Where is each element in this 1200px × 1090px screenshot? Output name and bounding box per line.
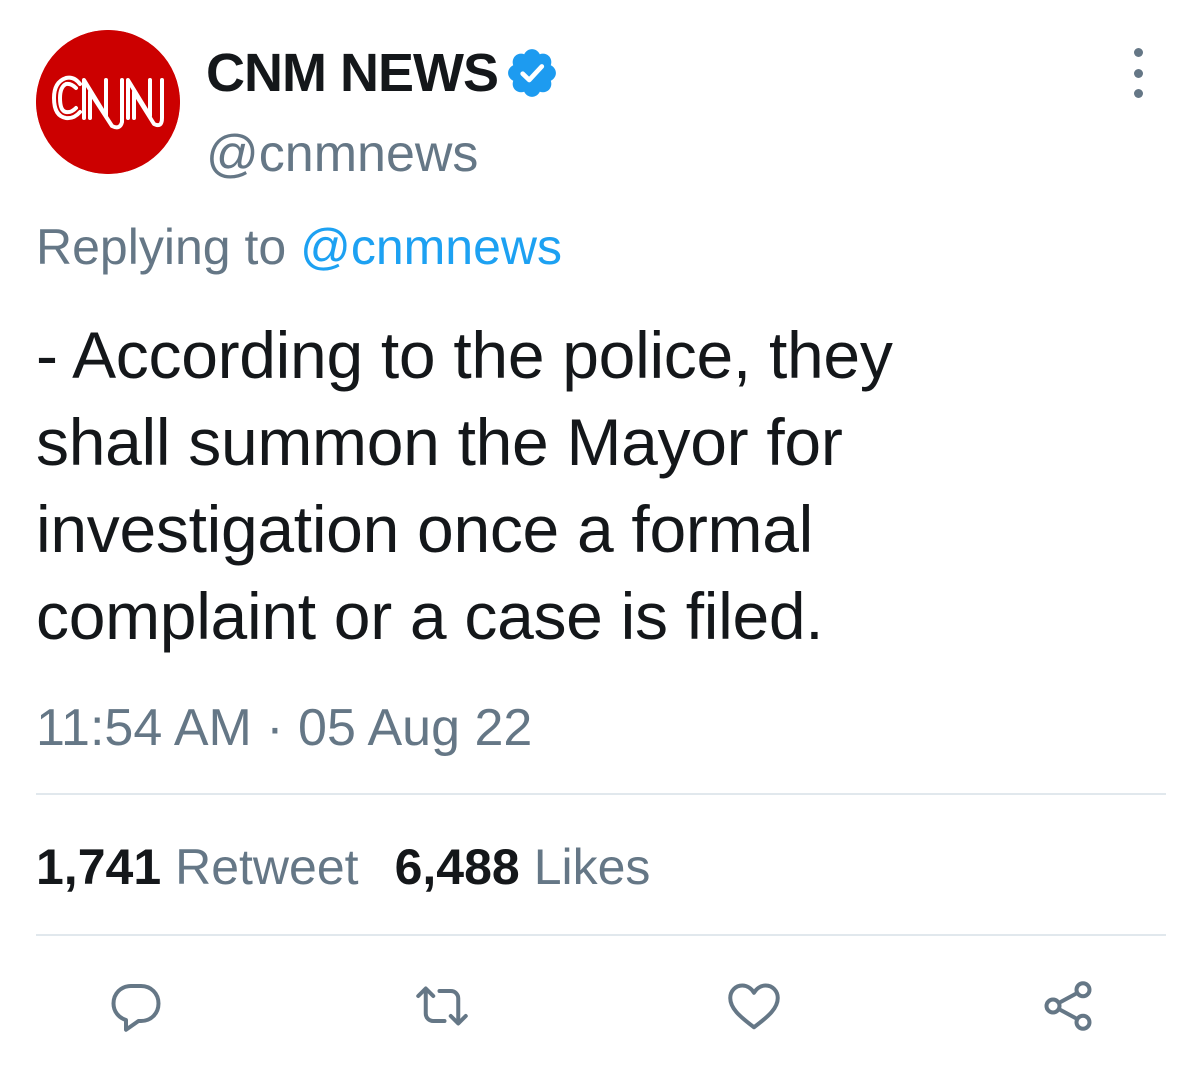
- likes-stat[interactable]: 6,488 Likes: [395, 842, 651, 892]
- reply-icon: [111, 984, 161, 1032]
- tweet-text-line: shall summon the Mayor for: [36, 405, 843, 479]
- tweet-text-line: - According to the police, they: [36, 318, 893, 392]
- avatar[interactable]: [36, 30, 180, 174]
- like-button[interactable]: [724, 976, 784, 1036]
- tweet-text-line: complaint or a case is filed.: [36, 579, 824, 653]
- like-icon: [728, 983, 780, 1030]
- more-dot: [1133, 89, 1143, 98]
- reply-button[interactable]: [106, 976, 166, 1036]
- retweet-count: 1,741: [36, 839, 162, 895]
- display-name[interactable]: CNM NEWS: [206, 46, 499, 100]
- share-button[interactable]: [1038, 976, 1098, 1036]
- retweet-stat[interactable]: 1,741 Retweet: [36, 842, 359, 892]
- display-name-row[interactable]: CNM NEWS: [206, 38, 560, 108]
- retweet-icon: [416, 986, 468, 1026]
- retweet-label: Retweet: [175, 839, 359, 895]
- handle[interactable]: @cnmnews: [206, 128, 478, 180]
- tweet-text: - According to the police, they shall su…: [36, 312, 1166, 660]
- divider: [36, 934, 1166, 936]
- likes-count: 6,488: [394, 839, 520, 895]
- verified-badge-icon: [508, 49, 556, 97]
- reply-target-link[interactable]: @cnmnews: [300, 219, 562, 275]
- more-dot: [1133, 68, 1143, 78]
- retweet-button[interactable]: [412, 976, 472, 1036]
- engagement-stats: 1,741 Retweet 6,488 Likes: [36, 842, 650, 892]
- share-icon: [1044, 981, 1092, 1031]
- cnn-logo: [36, 30, 180, 174]
- replying-prefix: Replying to: [36, 219, 287, 275]
- more-options-icon[interactable]: [1118, 48, 1158, 98]
- divider: [36, 793, 1166, 795]
- more-dot: [1133, 48, 1143, 57]
- likes-label: Likes: [533, 839, 651, 895]
- tweet-text-line: investigation once a formal: [36, 492, 814, 566]
- timestamp[interactable]: 11:54 AM · 05 Aug 22: [36, 702, 532, 754]
- tweet-detail: CNM NEWS @cnmnews Replying to @cnmnews -…: [0, 0, 1200, 1090]
- replying-to: Replying to @cnmnews: [36, 222, 562, 272]
